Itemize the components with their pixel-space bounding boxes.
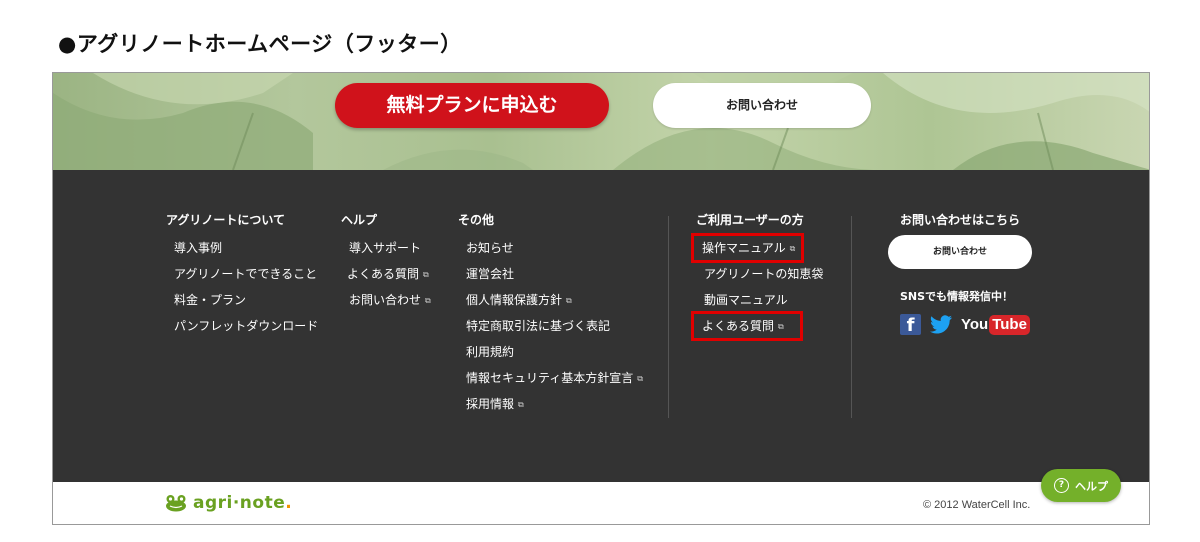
footer-link-commercial-law[interactable]: 特定商取引法に基づく表記 <box>458 313 643 339</box>
sns-icons: f You Tube <box>900 314 1032 335</box>
hero-banner: 無料プランに申込む お問い合わせ <box>53 73 1149 170</box>
agri-note-logo[interactable]: agri·note. <box>165 493 292 513</box>
footer-link-onboarding-support[interactable]: 導入サポート <box>341 235 435 261</box>
frog-logo-icon <box>166 495 186 512</box>
facebook-icon[interactable]: f <box>900 314 921 335</box>
sns-heading: SNSでも情報発信中！ <box>900 290 1014 303</box>
footer-divider <box>851 216 852 418</box>
footer-heading-users: ご利用ユーザーの方 <box>696 213 804 227</box>
screenshot-frame: 無料プランに申込む お問い合わせ アグリノートについて 導入事例 アグリノートで… <box>52 72 1150 525</box>
footer-heading-other: その他 <box>458 213 495 227</box>
footer-link-terms[interactable]: 利用規約 <box>458 339 643 365</box>
footer-link-user-faq-highlighted[interactable]: よくある質問 ⧉ <box>691 311 803 341</box>
help-button-label: ヘルプ <box>1075 479 1108 493</box>
footer-column-users: ご利用ユーザーの方 操作マニュアル ⧉ アグリノートの知恵袋 動画マニュアル よく… <box>690 212 823 341</box>
footer-link-pamphlet[interactable]: パンフレットダウンロード <box>166 313 318 339</box>
footer-link-faq-highlighted[interactable]: よくある質問 ⧉ <box>339 262 435 286</box>
external-link-icon: ⧉ <box>789 243 796 253</box>
footer-contact-button[interactable]: お問い合わせ <box>888 235 1032 269</box>
footer-heading-about: アグリノートについて <box>166 213 286 227</box>
footer-column-other: その他 お知らせ 運営会社 個人情報保護方針 ⧉ 特定商取引法に基づく表記 利用規… <box>458 212 643 417</box>
help-icon: ? <box>1054 478 1069 493</box>
twitter-icon[interactable] <box>929 314 953 335</box>
youtube-icon[interactable]: You Tube <box>961 314 1030 335</box>
footer-heading-help: ヘルプ <box>341 213 378 227</box>
footer-link-privacy-policy[interactable]: 個人情報保護方針 ⧉ <box>458 287 643 313</box>
contact-button[interactable]: お問い合わせ <box>653 83 871 128</box>
footer-link-manual-highlighted[interactable]: 操作マニュアル ⧉ <box>690 233 805 263</box>
footer-divider <box>668 216 669 418</box>
logo-text: agri·note. <box>193 493 293 513</box>
footer-link-case-studies[interactable]: 導入事例 <box>166 235 318 261</box>
copyright: © 2012 WaterCell Inc. <box>923 499 1031 511</box>
footer-link-features[interactable]: アグリノートでできること <box>166 261 318 287</box>
footer-heading-contact: お問い合わせはこちら <box>900 213 1021 227</box>
footer-link-security-policy[interactable]: 情報セキュリティ基本方針宣言 ⧉ <box>458 365 643 391</box>
footer-link-careers[interactable]: 採用情報 ⧉ <box>458 391 643 417</box>
footer-link-pricing[interactable]: 料金・プラン <box>166 287 318 313</box>
footer-column-about: アグリノートについて 導入事例 アグリノートでできること 料金・プラン パンフレ… <box>166 212 318 339</box>
external-link-icon: ⧉ <box>637 373 644 383</box>
external-link-icon: ⧉ <box>423 269 429 279</box>
external-link-icon: ⧉ <box>778 321 784 331</box>
footer-link-video-manual[interactable]: 動画マニュアル <box>696 287 823 313</box>
footer-column-contact: お問い合わせはこちら お問い合わせ SNSでも情報発信中！ f You Tube <box>888 212 1032 335</box>
page-title: ●アグリノートホームページ（フッター） <box>58 32 462 56</box>
external-link-icon: ⧉ <box>518 399 524 409</box>
footer-link-knowledge-base[interactable]: アグリノートの知恵袋 <box>696 261 823 287</box>
footer-column-help: ヘルプ 導入サポート よくある質問 ⧉ お問い合わせ ⧉ <box>341 212 435 313</box>
footer-bottom-bar: agri·note. © 2012 WaterCell Inc. <box>53 482 1149 524</box>
site-footer: アグリノートについて 導入事例 アグリノートでできること 料金・プラン パンフレ… <box>53 170 1149 482</box>
free-plan-signup-button[interactable]: 無料プランに申込む <box>335 83 609 128</box>
external-link-icon: ⧉ <box>566 295 572 305</box>
external-link-icon: ⧉ <box>425 295 431 305</box>
footer-link-contact[interactable]: お問い合わせ ⧉ <box>341 287 435 313</box>
help-button[interactable]: ? ヘルプ <box>1041 469 1121 502</box>
footer-link-news[interactable]: お知らせ <box>458 235 643 261</box>
footer-link-company[interactable]: 運営会社 <box>458 261 643 287</box>
